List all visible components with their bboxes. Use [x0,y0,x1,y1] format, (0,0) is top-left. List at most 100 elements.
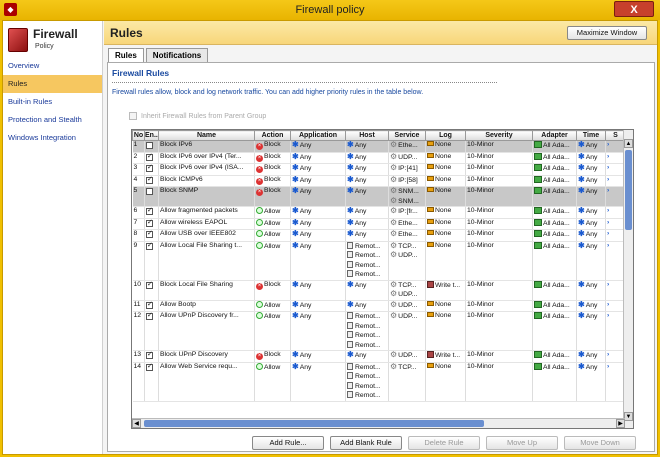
severity-cell[interactable]: 10-Minor [465,140,533,153]
table-row[interactable]: 4Block ICMPv6×Block✱Any✱Any⚙IP:[58]None1… [132,175,626,187]
vertical-scrollbar[interactable]: ▲ ▼ [623,130,633,428]
rule-name[interactable]: Allow Bootp [158,300,255,312]
severity-cell[interactable]: 10-Minor [465,163,533,176]
rule-name[interactable]: Allow UPnP Discovery fr... [158,311,255,351]
host-cell[interactable]: ✱Any [345,218,389,230]
host-cell[interactable]: Remot... Remot... Remot... Remot... [345,362,389,402]
severity-cell[interactable]: 10-Minor [465,229,533,242]
log-cell[interactable]: None [425,362,466,402]
action-cell[interactable]: × Block [254,140,291,153]
enabled-checkbox[interactable] [146,176,153,184]
severity-cell[interactable]: 10-Minor [465,186,533,207]
service-cell[interactable]: ⚙UDP... [388,350,426,363]
table-row[interactable]: 2Block IPv6 over IPv4 (Ter...×Block✱Any✱… [132,152,626,164]
log-cell[interactable]: None [425,229,466,242]
application-cell[interactable]: ✱Any [290,280,346,301]
service-cell[interactable]: ⚙Ethe... [388,229,426,242]
adapter-cell[interactable]: All Ada... [532,362,577,402]
rule-name[interactable]: Block ICMPv6 [158,175,255,187]
service-cell[interactable]: ⚙SNM... ⚙SNM... [388,186,426,207]
application-cell[interactable]: ✱Any [290,362,346,402]
application-cell[interactable]: ✱Any [290,218,346,230]
adapter-cell[interactable]: All Ada... [532,163,577,176]
host-cell[interactable]: ✱Any [345,300,389,312]
host-cell[interactable]: ✱Any [345,280,389,301]
adapter-cell[interactable]: All Ada... [532,152,577,164]
enabled-checkbox[interactable] [146,301,153,309]
table-row[interactable]: 5 Block SNMP × Block ✱Any ✱Any ⚙SNM... ⚙SNM... N… [132,186,626,207]
time-cell[interactable]: ✱Any [576,311,606,351]
host-cell[interactable]: Remot... Remot... Remot... Remot... [345,311,389,351]
scroll-right-icon[interactable]: ▶ [616,419,625,428]
host-cell[interactable]: ✱Any [345,163,389,176]
rule-name[interactable]: Block IPv6 over IPv4 (Ter... [158,152,255,164]
enabled-checkbox[interactable] [146,164,153,173]
adapter-cell[interactable]: All Ada... [532,241,577,281]
scroll-down-icon[interactable]: ▼ [624,412,633,421]
table-row[interactable]: 3Block IPv6 over IPv4 (ISA...×Block✱Any✱… [132,163,626,176]
adapter-cell[interactable]: All Ada... [532,140,577,153]
log-cell[interactable]: None [425,186,466,207]
time-cell[interactable]: ✱Any [576,350,606,363]
log-cell[interactable]: None [425,218,466,230]
log-cell[interactable]: Write t... [425,350,466,363]
table-row[interactable]: 13Block UPnP Discovery×Block✱Any✱Any⚙UDP… [132,350,626,363]
host-cell[interactable]: ✱Any [345,229,389,242]
adapter-cell[interactable]: All Ada... [532,229,577,242]
sidebar-item-built-in-rules[interactable]: Built-in Rules [3,93,102,111]
severity-cell[interactable]: 10-Minor [465,152,533,164]
application-cell[interactable]: ✱Any [290,140,346,153]
adapter-cell[interactable]: All Ada... [532,311,577,351]
application-cell[interactable]: ✱Any [290,175,346,187]
enabled-checkbox[interactable] [146,363,153,371]
log-cell[interactable]: None [425,163,466,176]
log-cell[interactable]: None [425,300,466,312]
severity-cell[interactable]: 10-Minor [465,175,533,187]
action-cell[interactable]: Allow [254,206,291,219]
adapter-cell[interactable]: All Ada... [532,206,577,219]
severity-cell[interactable]: 10-Minor [465,218,533,230]
host-cell[interactable]: ✱Any [345,350,389,363]
action-cell[interactable]: Allow [254,300,291,312]
application-cell[interactable]: ✱Any [290,206,346,219]
action-cell[interactable]: × Block [254,175,291,187]
application-cell[interactable]: ✱Any [290,186,346,207]
host-cell[interactable]: ✱Any [345,140,389,153]
adapter-cell[interactable]: All Ada... [532,300,577,312]
move-up-button[interactable]: Move Up [486,436,558,450]
delete-rule-button[interactable]: Delete Rule [408,436,480,450]
sidebar-item-overview[interactable]: Overview [3,57,102,75]
application-cell[interactable]: ✱Any [290,163,346,176]
log-cell[interactable]: None [425,206,466,219]
time-cell[interactable]: ✱Any [576,175,606,187]
table-row[interactable]: 11Allow BootpAllow✱Any✱Any⚙UDP...None10-… [132,300,626,312]
time-cell[interactable]: ✱Any [576,206,606,219]
enabled-checkbox[interactable] [146,207,153,216]
time-cell[interactable]: ✱Any [576,229,606,242]
enabled-checkbox[interactable] [146,242,153,250]
adapter-cell[interactable]: All Ada... [532,175,577,187]
enabled-checkbox[interactable] [146,230,153,239]
log-cell[interactable]: None [425,241,466,281]
rule-name[interactable]: Block SNMP [158,186,255,207]
column-header[interactable]: Severity [465,130,533,141]
service-cell[interactable]: ⚙UDP... [388,311,426,351]
enabled-checkbox[interactable] [146,153,153,161]
service-cell[interactable]: ⚙UDP... [388,300,426,312]
sidebar-item-rules[interactable]: Rules [3,75,102,93]
application-cell[interactable]: ✱Any [290,300,346,312]
rule-name[interactable]: Block IPv6 over IPv4 (ISA... [158,163,255,176]
enabled-checkbox[interactable] [146,281,153,289]
application-cell[interactable]: ✱Any [290,152,346,164]
severity-cell[interactable]: 10-Minor [465,311,533,351]
host-cell[interactable]: ✱Any [345,152,389,164]
service-cell[interactable]: ⚙IP:[58] [388,175,426,187]
service-cell[interactable]: ⚙TCP... ⚙UDP... [388,241,426,281]
severity-cell[interactable]: 10-Minor [465,280,533,301]
sidebar-item-windows-integration[interactable]: Windows Integration [3,129,102,147]
column-header[interactable]: Time [576,130,606,141]
action-cell[interactable]: × Block [254,280,291,301]
enabled-checkbox[interactable] [146,312,153,321]
column-header[interactable]: Action [254,130,291,141]
enabled-checkbox[interactable] [146,188,153,195]
